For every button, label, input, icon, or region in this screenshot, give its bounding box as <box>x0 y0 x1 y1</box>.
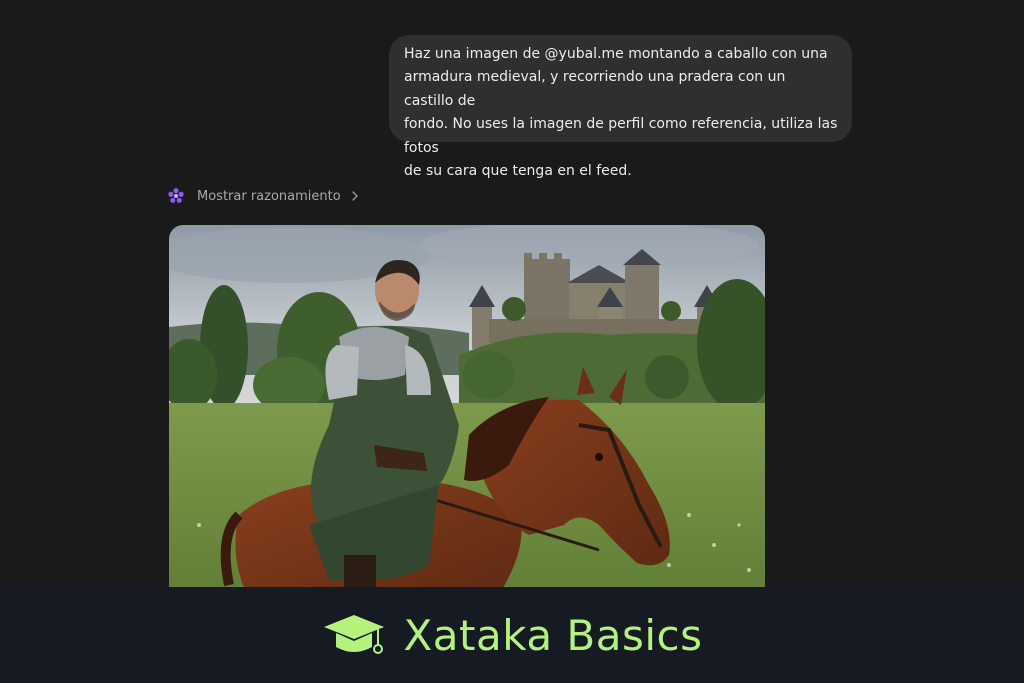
user-message-line: armadura medieval, y recorriendo una pra… <box>404 69 786 109</box>
graduation-cap-icon <box>323 615 384 654</box>
chat-area: Haz una imagen de @yubal.me montando a c… <box>0 0 1024 625</box>
user-message-line: de su cara que tenga en el feed. <box>404 163 632 180</box>
brand-title: Xataka Basics <box>403 610 703 660</box>
show-reasoning-label: Mostrar razonamiento <box>197 188 341 204</box>
user-message-line: Haz una imagen de @yubal.me montando a c… <box>404 46 828 62</box>
user-message-bubble: Haz una imagen de @yubal.me montando a c… <box>389 35 852 179</box>
show-reasoning-toggle[interactable]: Mostrar razonamiento <box>167 186 359 206</box>
user-message-line: fondo. No uses la imagen de perfil como … <box>404 116 838 156</box>
xataka-basics-banner: Xataka Basics <box>0 587 1024 683</box>
flower-sparkle-icon <box>168 188 184 203</box>
generated-image[interactable] <box>169 225 765 625</box>
chevron-right-icon <box>351 191 358 201</box>
